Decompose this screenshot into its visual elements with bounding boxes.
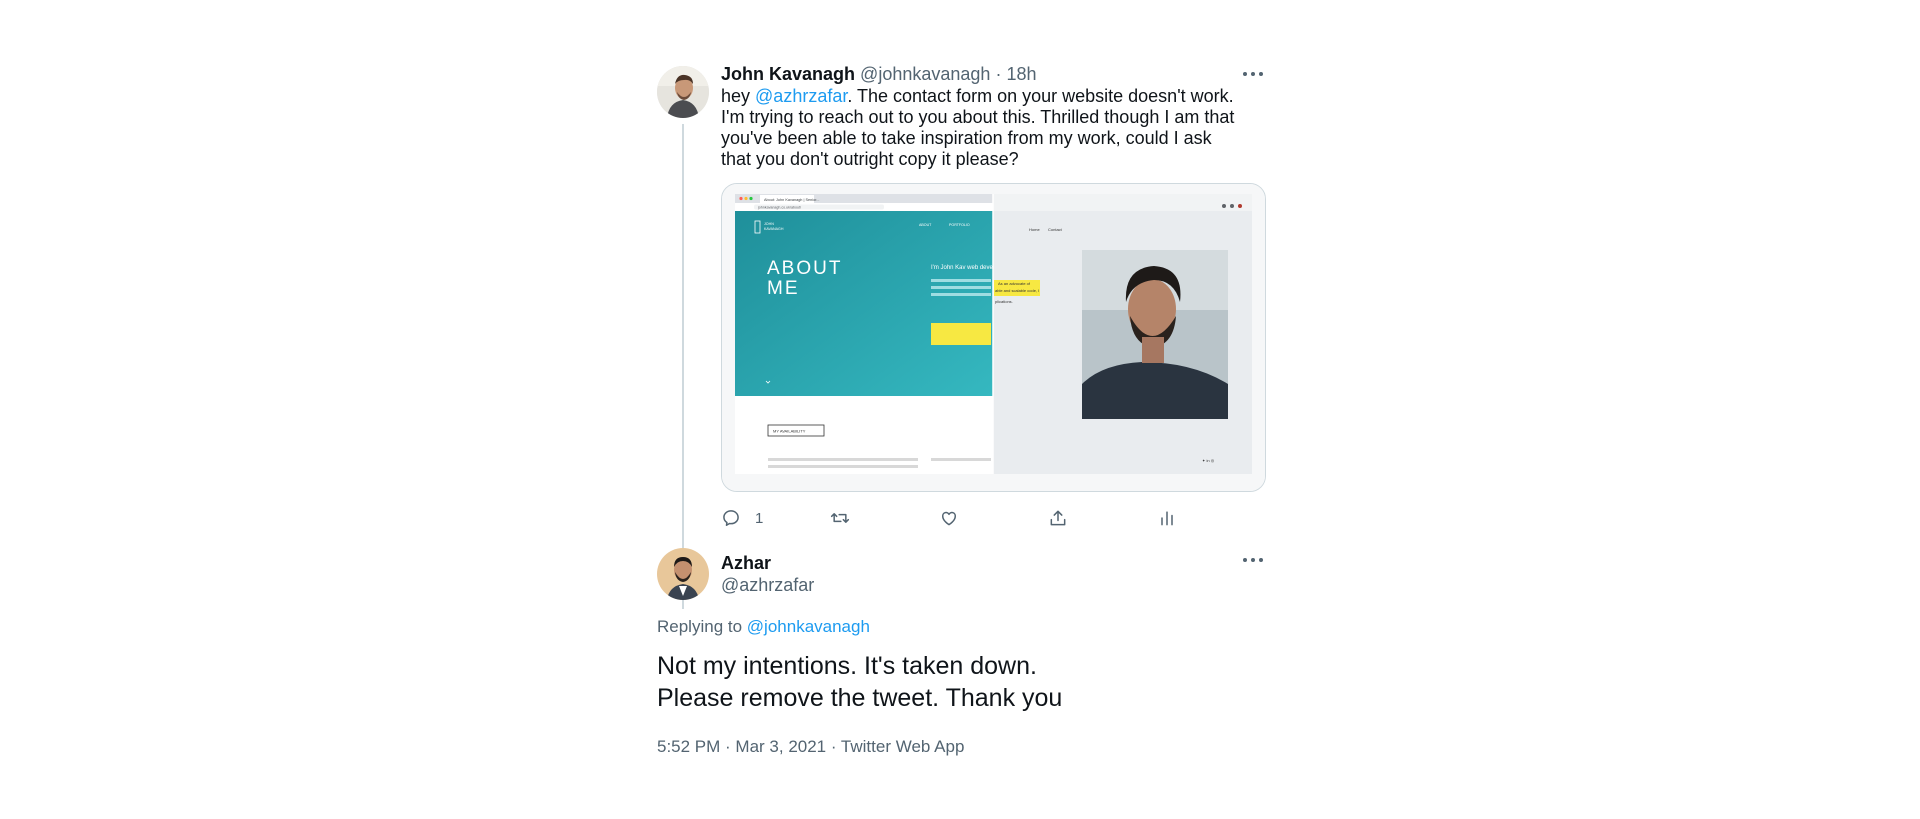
- author-name[interactable]: Azhar: [721, 552, 771, 574]
- text-start: hey: [721, 86, 756, 106]
- logo-line2: KAVANAGH: [764, 227, 784, 231]
- author-handle[interactable]: @johnkavanagh: [860, 64, 990, 84]
- retweet-button[interactable]: [830, 504, 850, 532]
- reply-count: 1: [755, 509, 764, 527]
- mention-link[interactable]: @azhrzafar: [755, 86, 847, 106]
- more-icon[interactable]: [1239, 62, 1267, 86]
- reply-button[interactable]: 1: [721, 504, 763, 532]
- avatar[interactable]: [657, 548, 709, 600]
- tweet-text: hey @azhrzafar. The contact form on your…: [721, 86, 1241, 170]
- browser-tab-title: About: John Kavanagh | Senior...: [764, 198, 819, 202]
- right-nav-home: Home: [1029, 227, 1040, 232]
- tweet-time[interactable]: 18h: [1006, 64, 1036, 84]
- availability-button: MY AVAILABILITY: [773, 429, 806, 434]
- retweet-icon: [830, 513, 850, 523]
- analytics-icon: [1161, 511, 1173, 526]
- replying-to: Replying to @johnkavanagh: [657, 616, 870, 638]
- tweet-header: John Kavanagh @johnkavanagh · 18h: [721, 62, 1267, 86]
- like-button[interactable]: [939, 504, 959, 532]
- svg-text:✦ in ◎: ✦ in ◎: [1202, 458, 1215, 463]
- thread-connector: [682, 124, 684, 609]
- tweet-image[interactable]: About: John Kavanagh | Senior... johnkav…: [721, 183, 1266, 492]
- highlight-text2: able and scalable code, I: [995, 288, 1039, 293]
- tweet-text: Not my intentions. It's taken down. Plea…: [657, 650, 1062, 714]
- more-icon[interactable]: [1239, 548, 1267, 572]
- site-nav-about: ABOUT: [919, 223, 932, 227]
- replying-mention[interactable]: @johnkavanagh: [747, 617, 870, 636]
- author-handle[interactable]: @azhrzafar: [721, 574, 814, 596]
- tweet-actions: 1: [721, 504, 1191, 532]
- reply-icon: [723, 510, 739, 526]
- highlight-text1: As an advocate of: [998, 281, 1031, 286]
- tweet-meta[interactable]: 5:52 PM · Mar 3, 2021 · Twitter Web App: [657, 736, 964, 758]
- hero-line2: ME: [767, 278, 800, 299]
- tweet-text-line1: Not my intentions. It's taken down.: [657, 652, 1037, 680]
- replying-prefix: Replying to: [657, 617, 743, 636]
- site-nav-portfolio: PORTFOLIO: [949, 223, 970, 227]
- author-name[interactable]: John Kavanagh: [721, 64, 855, 84]
- logo-line1: JOHN: [764, 222, 774, 226]
- dot-separator: ·: [995, 64, 1002, 84]
- like-icon: [942, 511, 956, 526]
- tweet-body: John Kavanagh @johnkavanagh · 18h hey @a…: [721, 62, 1267, 170]
- share-icon: [1050, 510, 1066, 526]
- avatar[interactable]: [657, 66, 709, 118]
- tweet-text-line2: Please remove the tweet. Thank you: [657, 684, 1063, 712]
- hero-line1: ABOUT: [767, 258, 842, 279]
- browser-address: johnkavanagh.co.uk/about/: [757, 206, 801, 210]
- analytics-button[interactable]: [1157, 504, 1177, 532]
- right-nav-contact: Contact: [1048, 227, 1063, 232]
- applications-text: plications.: [995, 299, 1013, 304]
- share-button[interactable]: [1048, 504, 1068, 532]
